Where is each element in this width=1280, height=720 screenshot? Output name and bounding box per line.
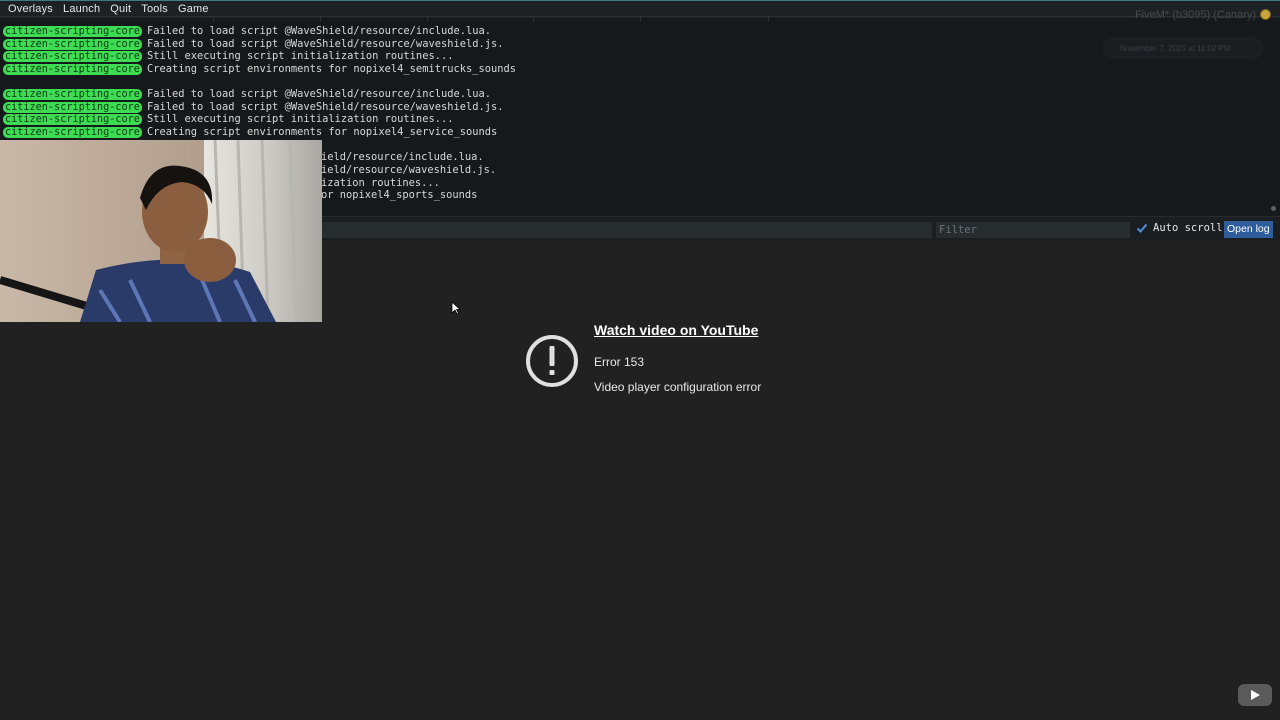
tab-divider [533, 16, 534, 21]
log-line: citizen-scripting-core Failed to load scr… [3, 38, 504, 50]
log-tag: citizen-scripting-core [3, 126, 142, 138]
log-text: ization routines... [321, 177, 440, 189]
log-line: citizen-scripting-core Failed to load scr… [3, 101, 504, 113]
log-line: citizen-scripting-core Failed to load scr… [3, 25, 491, 37]
log-text: Failed to load script @WaveShield/resour… [146, 38, 504, 50]
log-line: citizen-scripting-core Still executing sc… [3, 113, 453, 125]
menu-overlays[interactable]: Overlays [4, 3, 57, 15]
log-tag: citizen-scripting-core [3, 63, 142, 75]
webcam-overlay [0, 140, 322, 322]
exclamation-circle-icon [526, 335, 578, 387]
log-line: ization routines... [321, 177, 440, 189]
log-text: Failed to load script @WaveShield/resour… [146, 25, 492, 37]
log-tag: citizen-scripting-core [3, 101, 142, 113]
tab-divider [427, 16, 428, 21]
fivem-watermark: FiveM* (b3095) (Canary) [1134, 9, 1256, 21]
log-text: Still executing script initialization ro… [146, 50, 454, 62]
log-line: citizen-scripting-core Creating script en… [3, 126, 497, 138]
log-text: Creating script environments for nopixel… [146, 63, 517, 75]
tab-divider [213, 16, 214, 21]
autoscroll-label: Auto scroll [1153, 222, 1223, 234]
menu-launch[interactable]: Launch [59, 3, 104, 15]
menu-bar: Overlays Launch Quit Tools Game [0, 0, 1280, 17]
log-line: citizen-scripting-core Still executing sc… [3, 50, 453, 62]
log-text: Creating script environments for nopixel… [146, 126, 498, 138]
tab-divider [320, 16, 321, 21]
log-line: citizen-scripting-core Creating script en… [3, 63, 516, 75]
log-text: Failed to load script @WaveShield/resour… [146, 88, 492, 100]
filter-input[interactable] [936, 222, 1130, 238]
log-line: or nopixel4_sports_sounds [321, 189, 477, 201]
tab-divider [768, 16, 769, 21]
log-text: Still executing script initialization ro… [146, 113, 454, 125]
log-tag: citizen-scripting-core [3, 113, 142, 125]
error-code: Error 153 [594, 355, 645, 369]
log-line: ield/resource/include.lua. [321, 151, 484, 163]
tab-divider [640, 16, 641, 21]
fivem-logo-icon [1260, 9, 1271, 20]
menu-quit[interactable]: Quit [106, 3, 135, 15]
notification-timestamp: November 7, 2025 at 11:02 PM [1102, 37, 1264, 59]
error-message: Video player configuration error [594, 380, 762, 394]
menu-game[interactable]: Game [174, 3, 213, 15]
watch-on-youtube-link[interactable]: Watch video on YouTube [594, 322, 758, 338]
menu-tools[interactable]: Tools [137, 3, 172, 15]
log-line: ield/resource/waveshield.js. [321, 164, 496, 176]
log-text: or nopixel4_sports_sounds [321, 189, 478, 201]
checkmark-icon [1136, 223, 1148, 233]
log-tag: citizen-scripting-core [3, 38, 142, 50]
log-tag: citizen-scripting-core [3, 50, 142, 62]
console-scrollbar[interactable] [1271, 206, 1276, 211]
log-text: Failed to load script @WaveShield/resour… [146, 101, 504, 113]
autoscroll-toggle[interactable]: Auto scroll [1136, 222, 1223, 234]
command-input[interactable] [322, 222, 932, 238]
log-tag: citizen-scripting-core [3, 25, 142, 37]
youtube-logo-icon[interactable] [1238, 684, 1272, 706]
log-text: ield/resource/waveshield.js. [321, 164, 497, 176]
log-line: citizen-scripting-core Failed to load scr… [3, 88, 491, 100]
log-text: ield/resource/include.lua. [321, 151, 484, 163]
mouse-cursor-icon [451, 301, 461, 315]
open-log-button[interactable]: Open log [1224, 221, 1273, 238]
webcam-image [0, 140, 322, 322]
log-tag: citizen-scripting-core [3, 88, 142, 100]
